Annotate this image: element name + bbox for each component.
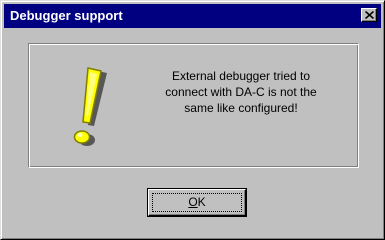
close-button[interactable]	[361, 8, 377, 22]
dialog-window: Debugger support External debugger tried…	[0, 0, 385, 240]
message-line: same like configured!	[184, 101, 298, 115]
message-text: External debugger tried to connect with …	[141, 68, 341, 116]
exclamation-icon	[73, 67, 107, 146]
message-line: External debugger tried to	[171, 69, 311, 83]
close-icon	[365, 11, 374, 19]
ok-button[interactable]: OK	[147, 188, 247, 217]
ok-accelerator: O	[188, 195, 198, 209]
ok-label-rest: K	[197, 195, 206, 209]
message-panel: External debugger tried to connect with …	[28, 43, 359, 168]
title-bar[interactable]: Debugger support	[4, 4, 381, 28]
ok-button-label: OK	[148, 195, 246, 209]
message-line: connect with DA-C is not the	[165, 85, 317, 99]
window-title: Debugger support	[10, 8, 123, 23]
